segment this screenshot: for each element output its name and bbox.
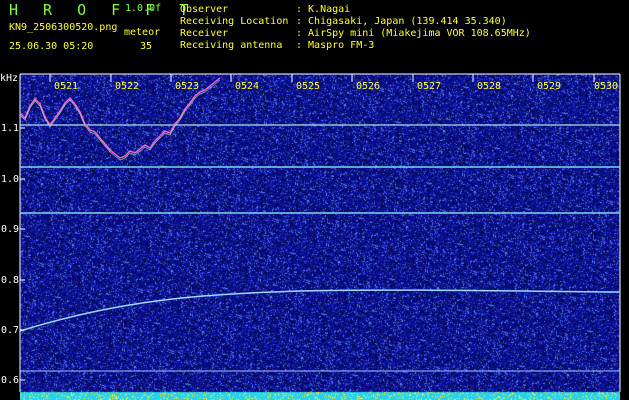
y-tick-label: 0.7 bbox=[1, 325, 20, 336]
time-tick-label: 0529 bbox=[537, 81, 562, 92]
time-tick-label: 0525 bbox=[296, 81, 321, 92]
time-tick-label: 0524 bbox=[235, 81, 260, 92]
time-tick-label: 0526 bbox=[356, 81, 381, 92]
time-tick-label: 0528 bbox=[477, 81, 502, 92]
y-tick-label: 1.1 bbox=[1, 123, 20, 134]
y-tick-label: 0.6 bbox=[1, 375, 20, 386]
time-tick-label: 0530 bbox=[594, 81, 619, 92]
y-tick-label: 0.9 bbox=[1, 224, 20, 235]
time-tick-label: 0522 bbox=[115, 81, 140, 92]
spectrogram-overlay bbox=[19, 73, 621, 392]
time-tick-label: 0523 bbox=[175, 81, 200, 92]
time-tick-label: 0521 bbox=[54, 81, 79, 92]
meteor-trace-echo bbox=[19, 79, 221, 161]
y-tick-label: 0.8 bbox=[1, 275, 20, 286]
y-ticks bbox=[20, 127, 25, 381]
time-tick-label: 0527 bbox=[417, 81, 442, 92]
y-tick-label: 1.0 bbox=[1, 174, 20, 185]
doppler-curve bbox=[19, 289, 621, 332]
